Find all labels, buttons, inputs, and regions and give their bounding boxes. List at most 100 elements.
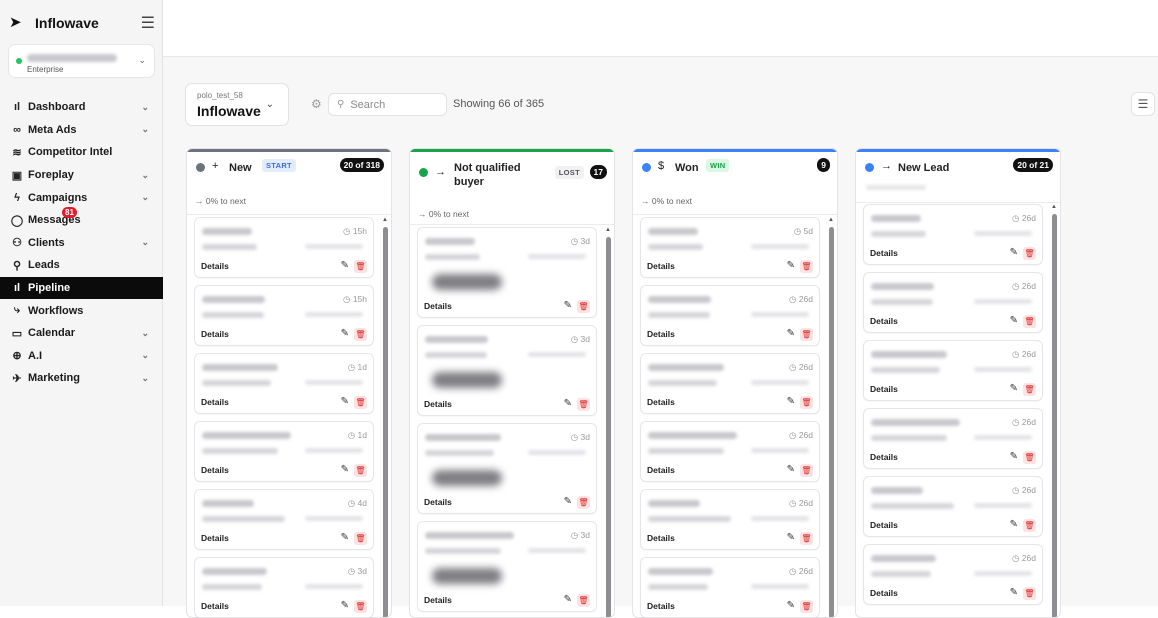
scroll-up-arrow-icon[interactable]: ▲ [382,217,388,223]
edit-icon[interactable]: ✎ [564,496,572,507]
column-scrollbar[interactable] [383,227,388,617]
search-input[interactable] [350,98,439,111]
trash-icon[interactable]: 🗑 [800,260,813,273]
details-link[interactable]: Details [647,261,675,271]
column-scrollbar[interactable] [606,237,611,617]
lead-card[interactable]: ◷ 26d Details ✎ 🗑 [863,272,1043,333]
edit-icon[interactable]: ✎ [564,594,572,605]
trash-icon[interactable]: 🗑 [354,396,367,409]
edit-icon[interactable]: ✎ [1010,247,1018,258]
lead-card[interactable]: ◷ 3d Details ✎ 🗑 [417,227,597,318]
details-link[interactable]: Details [424,301,452,311]
trash-icon[interactable]: 🗑 [800,600,813,613]
edit-icon[interactable]: ✎ [787,532,795,543]
edit-icon[interactable]: ✎ [1010,315,1018,326]
details-link[interactable]: Details [647,465,675,475]
trash-icon[interactable]: 🗑 [1023,587,1036,600]
lead-card[interactable]: ◷ 3d Details ✎ 🗑 [417,521,597,612]
trash-icon[interactable]: 🗑 [800,464,813,477]
details-link[interactable]: Details [424,399,452,409]
details-link[interactable]: Details [870,588,898,598]
lead-card[interactable]: ◷ 1d Details ✎ 🗑 [194,421,374,482]
edit-icon[interactable]: ✎ [1010,519,1018,530]
trash-icon[interactable]: 🗑 [354,328,367,341]
edit-icon[interactable]: ✎ [341,396,349,407]
details-link[interactable]: Details [424,595,452,605]
lead-card[interactable]: ◷ 26d Details ✎ 🗑 [863,544,1043,605]
trash-icon[interactable]: 🗑 [577,496,590,509]
lead-card[interactable]: ◷ 15h Details ✎ 🗑 [194,217,374,278]
account-switcher[interactable]: Enterprise ⌄ [8,44,155,78]
lead-card[interactable]: ◷ 26d Details ✎ 🗑 [863,408,1043,469]
edit-icon[interactable]: ✎ [787,328,795,339]
trash-icon[interactable]: 🗑 [354,532,367,545]
edit-icon[interactable]: ✎ [787,464,795,475]
details-link[interactable]: Details [870,452,898,462]
edit-icon[interactable]: ✎ [564,300,572,311]
edit-icon[interactable]: ✎ [1010,587,1018,598]
trash-icon[interactable]: 🗑 [577,300,590,313]
trash-icon[interactable]: 🗑 [1023,519,1036,532]
column-scrollbar[interactable] [829,227,834,617]
sidebar-item-clients[interactable]: ⚇ Clients ⌄ [0,232,163,255]
edit-icon[interactable]: ✎ [787,396,795,407]
lead-card[interactable]: ◷ 26d Details ✎ 🗑 [863,204,1043,265]
trash-icon[interactable]: 🗑 [577,398,590,411]
trash-icon[interactable]: 🗑 [1023,247,1036,260]
sidebar-item-foreplay[interactable]: ▣ Foreplay ⌄ [0,164,163,187]
details-link[interactable]: Details [870,248,898,258]
lead-card[interactable]: ◷ 26d Details ✎ 🗑 [640,353,820,414]
lead-card[interactable]: ◷ 26d Details ✎ 🗑 [863,476,1043,537]
sidebar-item-leads[interactable]: ⚲ Leads [0,254,163,277]
details-link[interactable]: Details [870,316,898,326]
scroll-up-arrow-icon[interactable]: ▲ [605,227,611,233]
details-link[interactable]: Details [201,601,229,611]
details-link[interactable]: Details [201,397,229,407]
edit-icon[interactable]: ✎ [564,398,572,409]
trash-icon[interactable]: 🗑 [354,600,367,613]
details-link[interactable]: Details [870,384,898,394]
sidebar-item-pipeline[interactable]: ıl Pipeline [0,276,163,300]
lead-card[interactable]: ◷ 5d Details ✎ 🗑 [640,217,820,278]
trash-icon[interactable]: 🗑 [577,594,590,607]
lead-card[interactable]: ◷ 26d Details ✎ 🗑 [640,557,820,617]
lead-card[interactable]: ◷ 3d Details ✎ 🗑 [194,557,374,617]
column-scrollbar[interactable] [1052,214,1057,617]
search-box[interactable]: ⚲ [328,93,447,116]
lead-card[interactable]: ◷ 26d Details ✎ 🗑 [640,285,820,346]
details-link[interactable]: Details [201,329,229,339]
edit-icon[interactable]: ✎ [341,464,349,475]
list-view-button[interactable]: ☰ [1131,92,1155,116]
gear-icon[interactable]: ⚙ [311,97,322,111]
trash-icon[interactable]: 🗑 [1023,315,1036,328]
trash-icon[interactable]: 🗑 [354,260,367,273]
sidebar-item-dashboard[interactable]: ıl Dashboard ⌄ [0,96,163,119]
sidebar-item-a-i[interactable]: ⊕ A.I ⌄ [0,345,163,368]
edit-icon[interactable]: ✎ [341,260,349,271]
lead-card[interactable]: ◷ 3d Details ✎ 🗑 [417,325,597,416]
details-link[interactable]: Details [647,533,675,543]
trash-icon[interactable]: 🗑 [800,396,813,409]
trash-icon[interactable]: 🗑 [1023,383,1036,396]
trash-icon[interactable]: 🗑 [800,532,813,545]
details-link[interactable]: Details [647,329,675,339]
lead-card[interactable]: ◷ 15h Details ✎ 🗑 [194,285,374,346]
scroll-up-arrow-icon[interactable]: ▲ [1051,204,1057,210]
details-link[interactable]: Details [201,261,229,271]
details-link[interactable]: Details [201,533,229,543]
edit-icon[interactable]: ✎ [1010,451,1018,462]
trash-icon[interactable]: 🗑 [354,464,367,477]
lead-card[interactable]: ◷ 26d Details ✎ 🗑 [640,489,820,550]
details-link[interactable]: Details [424,497,452,507]
sidebar-item-competitor-intel[interactable]: ≋ Competitor Intel [0,141,163,164]
edit-icon[interactable]: ✎ [341,328,349,339]
workspace-selector[interactable]: polo_test_58 Inflowave ⌄ [185,83,289,126]
lead-card[interactable]: ◷ 26d Details ✎ 🗑 [640,421,820,482]
sidebar-item-campaigns[interactable]: ϟ Campaigns ⌄ [0,186,163,209]
hamburger-menu-icon[interactable]: ☰ [141,13,155,33]
edit-icon[interactable]: ✎ [341,532,349,543]
trash-icon[interactable]: 🗑 [800,328,813,341]
sidebar-item-marketing[interactable]: ✈ Marketing ⌄ [0,367,163,390]
edit-icon[interactable]: ✎ [787,260,795,271]
details-link[interactable]: Details [870,520,898,530]
